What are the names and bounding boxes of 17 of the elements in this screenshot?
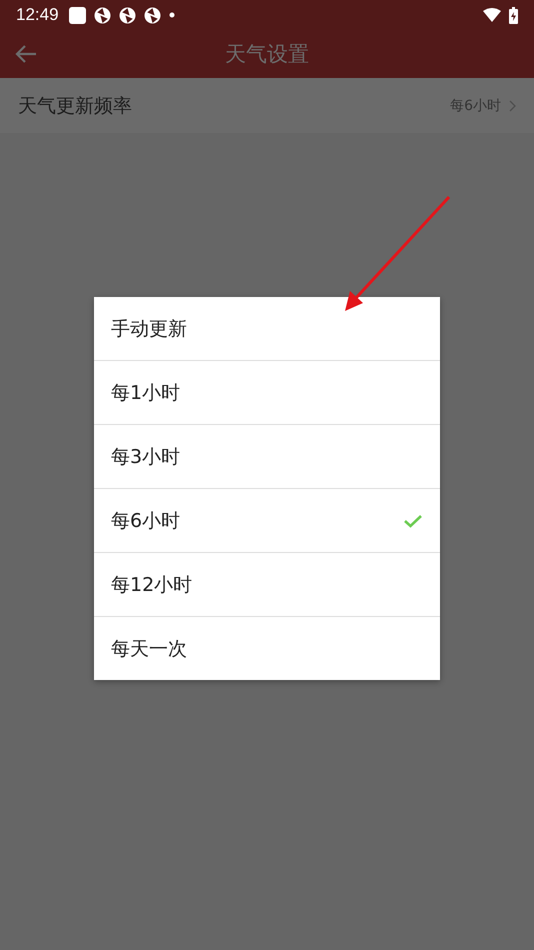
setting-label: 天气更新频率 xyxy=(18,94,133,118)
frequency-option[interactable]: 每6小时 xyxy=(94,489,440,553)
dot-icon xyxy=(168,12,175,18)
screen-title: 天气设置 xyxy=(225,41,309,68)
setting-value: 每6小时 xyxy=(450,96,501,114)
chevron-right-icon xyxy=(509,100,516,112)
frequency-option[interactable]: 每12小时 xyxy=(94,553,440,617)
frequency-option[interactable]: 每3小时 xyxy=(94,425,440,489)
app-notification-icon xyxy=(68,6,86,24)
status-time: 12:49 xyxy=(16,5,59,25)
frequency-option[interactable]: 每1小时 xyxy=(94,361,440,425)
wifi-icon xyxy=(483,8,501,22)
frequency-option[interactable]: 每天一次 xyxy=(94,617,440,680)
aperture-icon xyxy=(118,6,136,24)
battery-icon xyxy=(509,6,518,24)
aperture-icon xyxy=(94,6,111,24)
aperture-icon xyxy=(144,6,161,24)
